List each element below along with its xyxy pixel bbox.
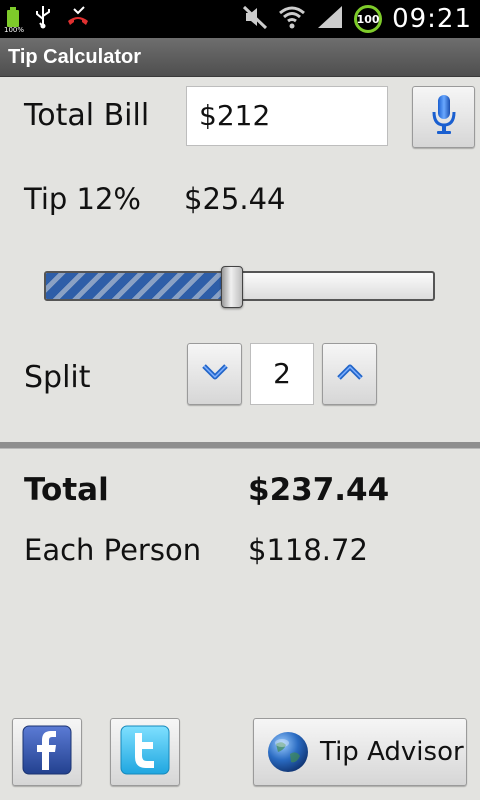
microphone-icon	[431, 94, 457, 140]
voice-input-button[interactable]	[412, 86, 475, 148]
tip-advisor-button[interactable]: Tip Advisor	[253, 718, 467, 786]
app-title: Tip Calculator	[8, 46, 141, 68]
twitter-icon	[120, 725, 170, 779]
mute-icon	[242, 4, 268, 34]
total-bill-input[interactable]: $212	[186, 86, 388, 146]
globe-icon	[266, 730, 310, 774]
facebook-icon	[22, 725, 72, 779]
missed-call-icon	[66, 5, 90, 33]
facebook-share-button[interactable]	[12, 718, 82, 786]
each-person-label: Each Person	[24, 533, 202, 567]
split-decrease-button[interactable]	[187, 343, 242, 405]
total-label: Total	[24, 472, 109, 508]
split-count-field[interactable]: 2	[250, 343, 314, 405]
signal-icon	[316, 4, 344, 34]
each-person-value: $118.72	[248, 533, 368, 567]
chevron-down-icon	[201, 362, 229, 386]
tip-amount: $25.44	[184, 182, 286, 216]
status-bar: 100% 100 09:21	[0, 0, 480, 38]
twitter-share-button[interactable]	[110, 718, 180, 786]
chevron-up-icon	[336, 362, 364, 386]
wifi-icon	[278, 4, 306, 34]
status-icons-left: 100%	[4, 5, 90, 34]
split-label: Split	[24, 360, 91, 395]
battery-level-icon: 100	[354, 5, 383, 33]
status-icons-right: 100 09:21	[242, 0, 472, 38]
section-divider	[0, 442, 480, 449]
app-title-bar: Tip Calculator	[0, 38, 480, 77]
split-increase-button[interactable]	[322, 343, 377, 405]
clock: 09:21	[392, 4, 472, 34]
tip-slider-fill	[46, 273, 232, 299]
tip-percent-label: Tip 12%	[24, 182, 141, 216]
usb-icon	[34, 5, 52, 33]
tip-advisor-label: Tip Advisor	[320, 737, 464, 767]
tip-slider-thumb[interactable]	[221, 266, 243, 308]
total-bill-label: Total Bill	[24, 98, 150, 133]
total-value: $237.44	[248, 472, 390, 508]
battery-full-icon: 100%	[4, 7, 24, 34]
